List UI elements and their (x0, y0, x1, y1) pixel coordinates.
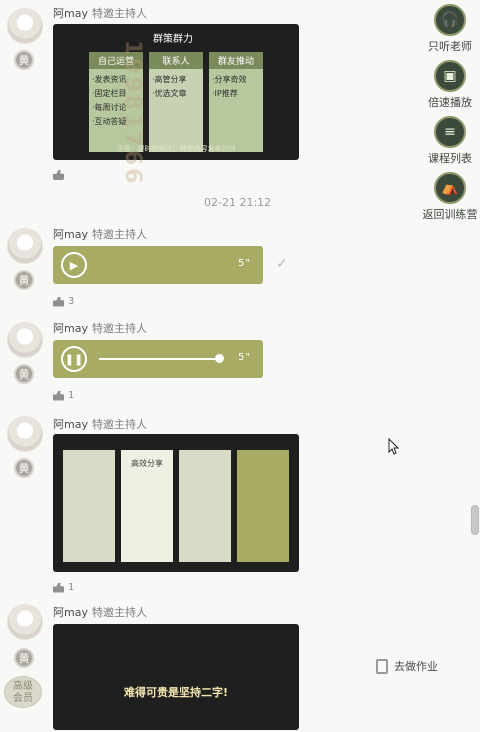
level-badge: 黄 (14, 270, 34, 290)
like-count: 1 (68, 582, 75, 593)
message-timestamp: 02-21 21:12 (204, 196, 272, 209)
thumb-icon (53, 170, 64, 180)
homework-icon (376, 658, 388, 674)
level-badge: 黄 (14, 648, 34, 668)
sender-label: 阿may (53, 418, 88, 431)
sender-label: 阿may (53, 606, 88, 619)
image-card[interactable]: 难得可贵是坚持二字! (53, 624, 299, 730)
screenshot-thumb: 高效分享 (121, 450, 173, 562)
level-badge: 黄 (14, 50, 34, 70)
audio-duration: 5" (238, 258, 251, 269)
sidebar-item-course-list[interactable]: ≡ 课程列表 (420, 116, 480, 166)
level-badge: 黄 (14, 364, 34, 384)
like-count: 1 (68, 390, 75, 401)
level-badge: 黄 (14, 458, 34, 478)
column-items: ·高管分享 ·优选文章 (149, 69, 203, 105)
thumb-icon (53, 390, 64, 401)
sender-role: 特邀主持人 (91, 7, 147, 20)
like-button[interactable]: 3 (53, 296, 74, 307)
sender-name: 阿may 特邀主持人 (53, 5, 147, 21)
card-footer: 注意：要时刻关注，确定内容发布时间 (116, 145, 236, 153)
scrollbar-thumb[interactable] (471, 505, 479, 535)
audio-progress-handle[interactable] (215, 354, 224, 363)
homework-button[interactable]: 去做作业 (376, 658, 438, 674)
sidebar-item-return-camp[interactable]: ⛺ 返回训练营 (420, 172, 480, 222)
column-item: ·高管分享 (152, 75, 187, 84)
column-items: ·分享奇效 ·IP推荐 (209, 69, 263, 105)
sender-label: 阿may (53, 228, 88, 241)
chat-screen: 黄 阿may 特邀主持人 群策群力 自己运营 ·发表资讯 ·固定栏目 ·每周讨论 … (0, 0, 480, 732)
headphones-icon: 🎧 (434, 4, 466, 36)
avatar[interactable] (7, 228, 43, 264)
card-column: 群友推动 ·分享奇效 ·IP推荐 (209, 52, 263, 152)
audio-duration: 5" (238, 352, 251, 363)
member-badge-line1: 高级 (13, 681, 33, 692)
like-button[interactable] (53, 170, 68, 180)
like-button[interactable]: 1 (53, 582, 74, 593)
screenshot-thumb (237, 450, 289, 562)
course-list-icon: ≡ (434, 116, 466, 148)
sidebar-item-label: 倍速播放 (428, 96, 472, 109)
sender-name: 阿may 特邀主持人 (53, 416, 147, 432)
sender-name: 阿may 特邀主持人 (53, 604, 147, 620)
audio-progress-track[interactable] (99, 358, 219, 360)
column-item: ·分享奇效 (212, 75, 247, 84)
pause-icon[interactable]: ❚❚ (61, 346, 87, 372)
thumb-title: 高效分享 (131, 459, 163, 468)
audio-message[interactable]: ▶ 5" (53, 246, 263, 284)
avatar[interactable] (7, 416, 43, 452)
avatar[interactable] (7, 604, 43, 640)
mouse-cursor-icon (388, 438, 400, 455)
column-item: ·IP推荐 (212, 89, 238, 98)
image-card[interactable]: 高效分享 (53, 434, 299, 572)
sender-label: 阿may (53, 322, 88, 335)
sidebar-item-label: 课程列表 (428, 152, 472, 165)
column-head: 联系人 (149, 52, 203, 69)
screenshot-thumb (63, 450, 115, 562)
watermark: 19981766 (120, 40, 145, 187)
column-item: ·优选文章 (152, 89, 187, 98)
sender-label: 阿may (53, 7, 88, 20)
sender-role: 特邀主持人 (91, 322, 147, 335)
like-count: 3 (68, 296, 75, 307)
image-card[interactable]: 群策群力 自己运营 ·发表资讯 ·固定栏目 ·每周讨论 ·互动答疑 联系人 ·高… (53, 24, 299, 160)
like-button[interactable]: 1 (53, 390, 74, 401)
sidebar-item-label: 返回训练营 (422, 208, 478, 221)
card-text: 难得可贵是坚持二字! (123, 686, 229, 699)
homework-label: 去做作业 (394, 660, 438, 673)
audio-message[interactable]: ❚❚ 5" (53, 340, 263, 378)
member-badge[interactable]: 高级 会员 (4, 676, 42, 708)
speed-play-icon: ▣ (434, 60, 466, 92)
sender-role: 特邀主持人 (91, 606, 147, 619)
card-column: 联系人 ·高管分享 ·优选文章 (149, 52, 203, 152)
sidebar-item-label: 只听老师 (428, 40, 472, 53)
sender-role: 特邀主持人 (91, 228, 147, 241)
read-check-icon: ✓ (276, 256, 288, 272)
play-icon[interactable]: ▶ (61, 252, 87, 278)
column-head: 群友推动 (209, 52, 263, 69)
sidebar-item-speed-play[interactable]: ▣ 倍速播放 (420, 60, 480, 110)
sender-name: 阿may 特邀主持人 (53, 320, 147, 336)
avatar[interactable] (7, 322, 43, 358)
screenshot-thumb (179, 450, 231, 562)
thumb-icon (53, 296, 64, 307)
sender-name: 阿may 特邀主持人 (53, 226, 147, 242)
avatar[interactable] (7, 8, 43, 44)
card-title: 群策群力 (153, 34, 193, 45)
sidebar-item-listen-teacher[interactable]: 🎧 只听老师 (420, 4, 480, 54)
sender-role: 特邀主持人 (91, 418, 147, 431)
member-badge-line2: 会员 (13, 693, 33, 704)
return-camp-icon: ⛺ (434, 172, 466, 204)
thumb-icon (53, 582, 64, 593)
